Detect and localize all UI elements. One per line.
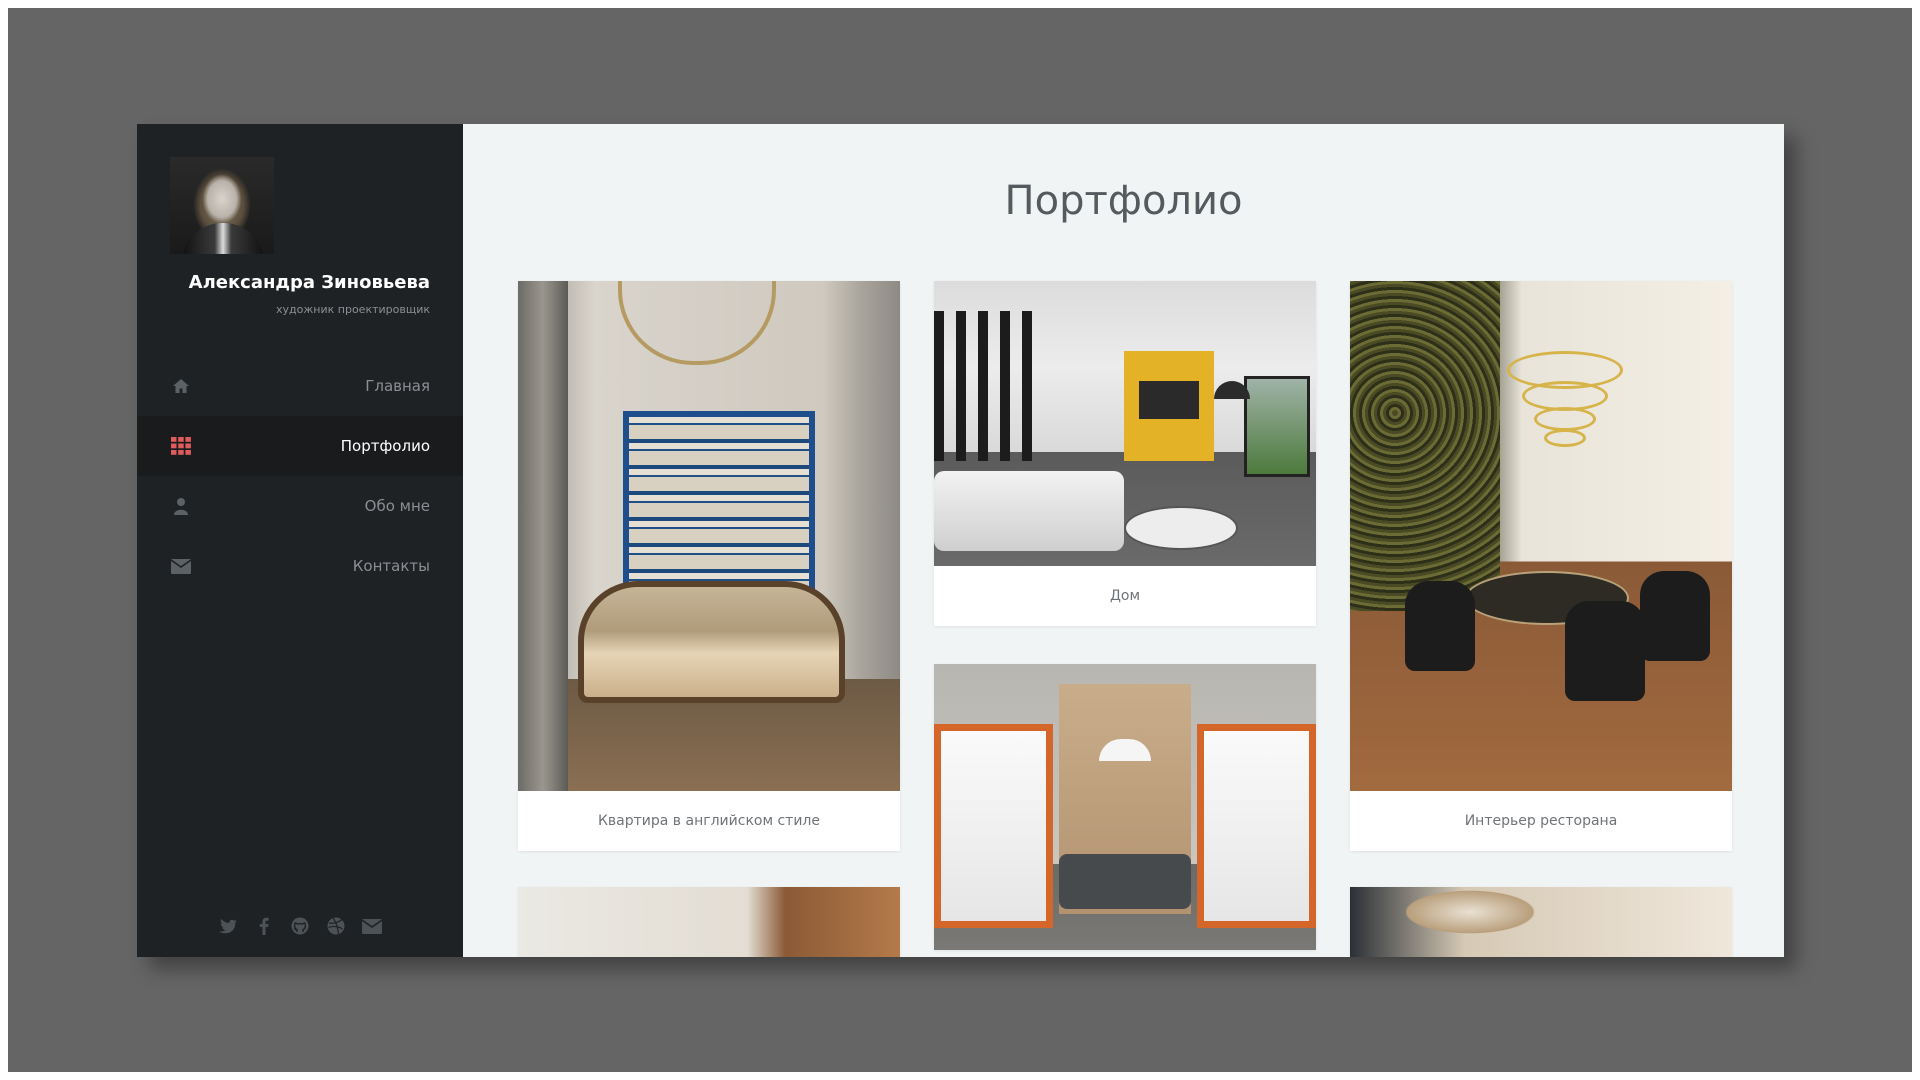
image-detail <box>618 281 776 365</box>
main-content: Портфолио Квартира в английском стиле До… <box>463 124 1784 957</box>
card-caption: Квартира в английском стиле <box>597 813 820 829</box>
profile-name: Александра Зиновьева <box>188 272 430 293</box>
home-icon <box>171 376 191 396</box>
image-detail <box>1124 506 1238 550</box>
card-caption: Интерьер ресторана <box>1464 813 1618 829</box>
image-detail <box>1350 281 1500 611</box>
portfolio-image <box>518 887 900 957</box>
portfolio-image <box>1350 281 1732 791</box>
portfolio-image <box>934 281 1316 566</box>
image-detail <box>1197 724 1316 928</box>
dribbble-icon[interactable] <box>325 915 347 937</box>
sidebar-item-contacts[interactable]: Контакты <box>137 536 463 596</box>
social-links <box>217 914 397 938</box>
page-title: Портфолио <box>1004 178 1243 224</box>
image-detail <box>1139 381 1199 419</box>
twitter-icon[interactable] <box>217 915 239 937</box>
sidebar-item-home[interactable]: Главная <box>137 356 463 416</box>
chandelier-detail <box>1500 351 1630 481</box>
avatar <box>170 157 274 254</box>
portfolio-card[interactable] <box>1350 887 1732 957</box>
sidebar-item-label: Главная <box>365 377 430 395</box>
image-detail <box>1565 601 1645 701</box>
sidebar-item-portfolio[interactable]: Портфолио <box>137 416 463 476</box>
portfolio-card[interactable] <box>518 887 900 957</box>
profile-role: художник проектировщик <box>276 303 430 316</box>
website-window: Александра Зиновьева художник проектиров… <box>137 124 1784 957</box>
sidebar-item-label: Обо мне <box>364 497 430 515</box>
portfolio-image <box>1350 887 1732 957</box>
avatar-portrait <box>182 223 264 254</box>
sidebar-nav: Главная Портфолио Обо мне Контакты <box>137 356 463 596</box>
image-detail <box>1244 376 1310 477</box>
portfolio-image <box>518 281 900 791</box>
image-detail <box>578 581 845 703</box>
sidebar-item-label: Контакты <box>352 557 430 575</box>
image-detail <box>1405 581 1475 671</box>
facebook-icon[interactable] <box>253 915 275 937</box>
sidebar-item-about[interactable]: Обо мне <box>137 476 463 536</box>
portfolio-card-restaurant[interactable]: Интерьер ресторана <box>1350 281 1732 851</box>
image-detail <box>518 281 568 791</box>
github-icon[interactable] <box>289 915 311 937</box>
mail-icon[interactable] <box>361 915 383 937</box>
grid-icon <box>171 436 191 456</box>
image-detail <box>1640 571 1710 661</box>
portfolio-card-house[interactable]: Дом <box>934 281 1316 626</box>
image-detail <box>623 411 815 603</box>
portfolio-image <box>934 664 1316 950</box>
portfolio-card-office[interactable] <box>934 664 1316 950</box>
card-caption: Дом <box>1109 588 1141 604</box>
image-detail <box>934 471 1124 551</box>
sidebar: Александра Зиновьева художник проектиров… <box>137 124 463 957</box>
image-detail <box>934 724 1053 928</box>
image-detail <box>1059 854 1191 909</box>
sidebar-item-label: Портфолио <box>340 437 430 455</box>
envelope-icon <box>171 556 191 576</box>
portfolio-card-english-apartment[interactable]: Квартира в английском стиле <box>518 281 900 851</box>
user-icon <box>171 496 191 516</box>
image-detail <box>934 311 1044 461</box>
